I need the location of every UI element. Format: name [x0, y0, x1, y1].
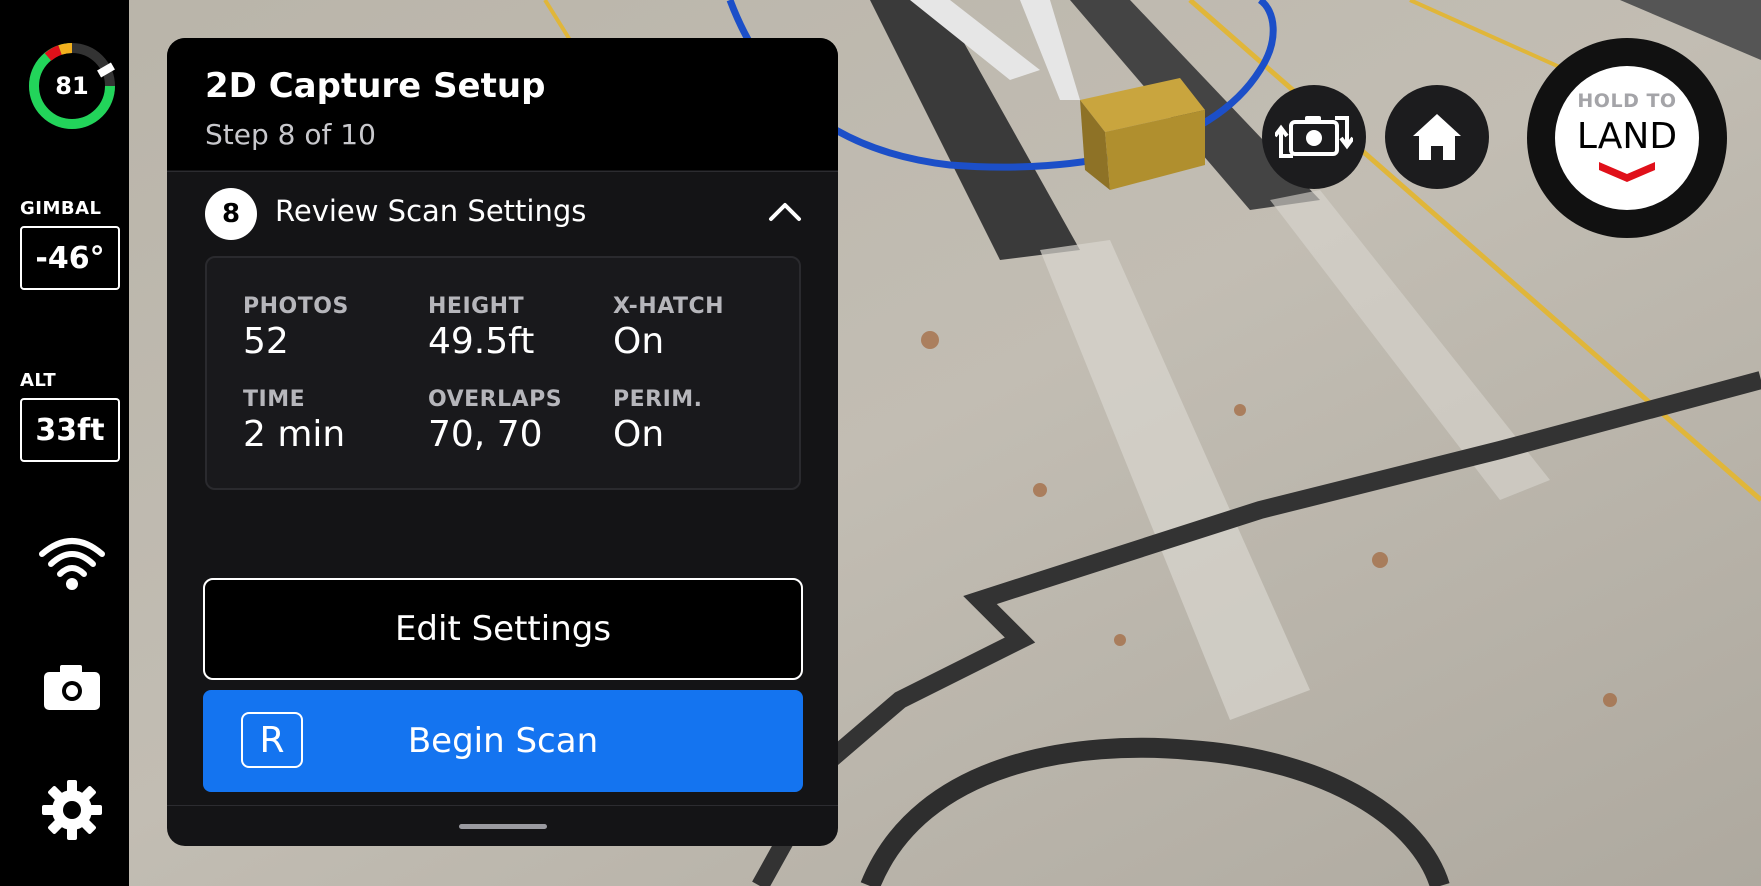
stat-label: X-HATCH — [613, 294, 725, 319]
return-home-button[interactable] — [1385, 85, 1489, 189]
stat-value: 2 min — [243, 414, 346, 455]
stat-value: 49.5ft — [428, 321, 535, 362]
altitude-label: ALT — [20, 370, 57, 391]
stat-time: TIME 2 min — [243, 387, 345, 455]
stat-value: On — [613, 321, 665, 362]
panel-title: 2D Capture Setup — [205, 66, 546, 106]
camera-switch-icon — [1275, 116, 1353, 158]
drag-handle[interactable] — [459, 824, 547, 829]
stat-label: PERIM. — [613, 387, 703, 412]
altitude-value: 33ft — [20, 398, 120, 462]
stat-height: HEIGHT 49.5ft — [428, 294, 534, 362]
battery-indicator: 81 — [26, 40, 118, 132]
battery-percent: 81 — [55, 72, 89, 100]
stat-value: 52 — [243, 321, 289, 362]
camera-switch-button[interactable] — [1262, 85, 1366, 189]
begin-scan-label: Begin Scan — [407, 721, 599, 761]
capture-setup-panel: 2D Capture Setup Step 8 of 10 8 Review S… — [167, 38, 838, 846]
stat-overlaps: OVERLAPS 70, 70 — [428, 387, 562, 455]
home-icon — [1413, 114, 1461, 160]
stat-x-hatch: X-HATCH On — [613, 294, 724, 362]
stat-label: OVERLAPS — [428, 387, 563, 412]
stat-photos: PHOTOS 52 — [243, 294, 349, 362]
begin-scan-button[interactable]: R Begin Scan — [203, 690, 803, 792]
stat-label: HEIGHT — [428, 294, 525, 319]
edit-settings-button[interactable]: Edit Settings — [203, 578, 803, 680]
wifi-icon[interactable] — [36, 526, 108, 598]
land-hold-text: HOLD TO — [1577, 90, 1677, 112]
chevron-down-icon — [1599, 162, 1655, 182]
hold-to-land-button[interactable]: HOLD TO LAND — [1527, 38, 1727, 238]
step-title: Review Scan Settings — [275, 194, 587, 228]
gimbal-value[interactable]: -46° — [20, 226, 120, 290]
stat-label: TIME — [243, 387, 306, 412]
step-number-badge: 8 — [205, 188, 257, 240]
panel-header: 2D Capture Setup Step 8 of 10 — [167, 38, 838, 170]
stat-perimeter: PERIM. On — [613, 387, 703, 455]
step-header-review-scan-settings[interactable]: 8 Review Scan Settings — [167, 171, 838, 252]
chevron-up-icon[interactable] — [765, 192, 805, 232]
land-button-face: HOLD TO LAND — [1555, 66, 1699, 210]
land-label: LAND — [1576, 116, 1678, 157]
stat-value: On — [613, 414, 665, 455]
stat-label: PHOTOS — [243, 294, 349, 319]
gimbal-label: GIMBAL — [20, 198, 102, 219]
gear-icon[interactable] — [36, 774, 108, 846]
camera-icon[interactable] — [36, 652, 108, 724]
stat-value: 70, 70 — [428, 414, 543, 455]
scan-settings-summary: PHOTOS 52 HEIGHT 49.5ft X-HATCH On TIME … — [205, 256, 801, 490]
step-progress: Step 8 of 10 — [205, 118, 376, 151]
panel-divider — [167, 805, 838, 806]
left-rail: 81 GIMBAL -46° ALT 33ft — [0, 0, 129, 886]
